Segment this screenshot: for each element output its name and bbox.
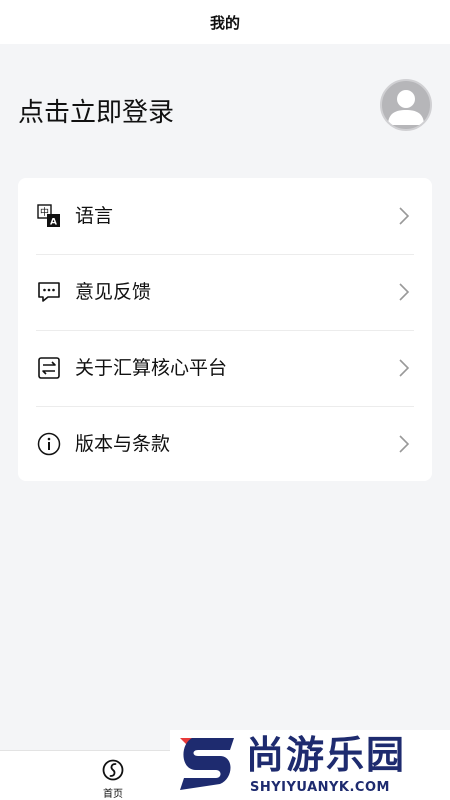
menu-item-label: 语言: [75, 205, 114, 227]
watermark-brand-en: SHYIYUANYK.COM: [250, 780, 390, 795]
user-avatar-icon: [388, 90, 424, 125]
home-tab-icon: [102, 759, 124, 781]
menu-item-feedback[interactable]: 意见反馈: [18, 254, 432, 330]
chevron-right-icon: [398, 282, 410, 302]
menu-item-version-terms[interactable]: 版本与条款: [18, 406, 432, 482]
tab-home[interactable]: 首页: [93, 757, 133, 800]
watermark-logo-icon: [174, 734, 238, 794]
settings-menu: 中 A 语言 意见反馈 关于汇算核心平台 版本与条款: [18, 178, 432, 481]
avatar[interactable]: [380, 79, 432, 131]
menu-item-language[interactable]: 中 A 语言: [18, 178, 432, 254]
tab-home-label: 首页: [103, 789, 123, 800]
feedback-icon: [37, 280, 61, 304]
chevron-right-icon: [398, 434, 410, 454]
chevron-right-icon: [398, 358, 410, 378]
svg-text:A: A: [50, 218, 57, 228]
menu-item-label: 意见反馈: [75, 281, 152, 303]
about-icon: [37, 356, 61, 380]
menu-item-label: 关于汇算核心平台: [75, 357, 228, 379]
menu-item-about[interactable]: 关于汇算核心平台: [18, 330, 432, 406]
watermark: 尚游乐园 SHYIYUANYK.COM: [170, 730, 450, 800]
top-bar: 我的: [0, 0, 450, 44]
menu-item-label: 版本与条款: [75, 433, 171, 455]
profile-header: 点击立即登录: [0, 44, 450, 154]
login-link[interactable]: 点击立即登录: [18, 92, 174, 129]
chevron-right-icon: [398, 206, 410, 226]
language-icon: 中 A: [37, 204, 61, 228]
info-icon: [37, 432, 61, 456]
watermark-brand-cn: 尚游乐园: [246, 733, 407, 777]
page-title: 我的: [209, 13, 240, 32]
